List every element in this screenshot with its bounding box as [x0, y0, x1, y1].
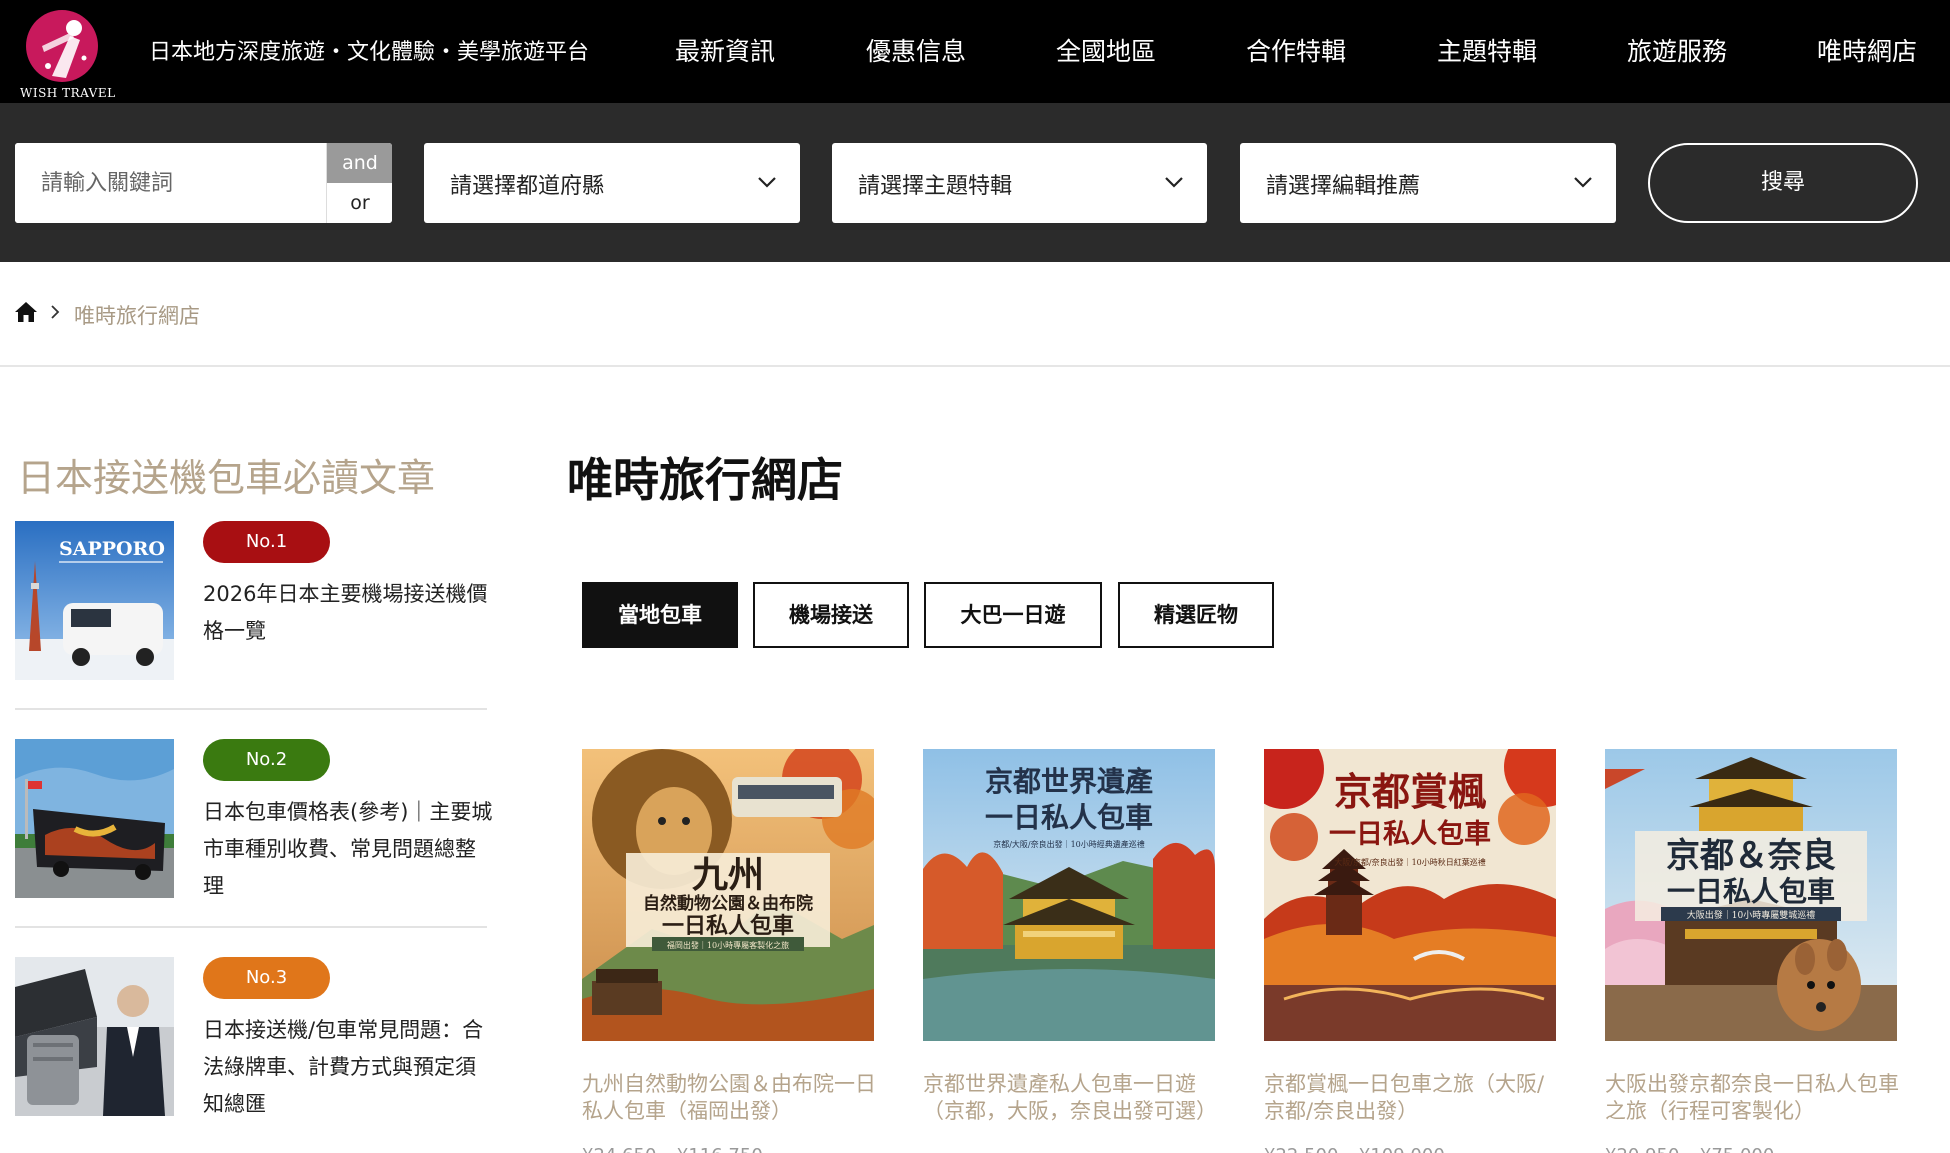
product-title[interactable]: 大阪出發京都奈良一日私人包車之旅（行程可客製化）: [1605, 1071, 1901, 1125]
product-image: 九州 自然動物公園＆由布院 一日私人包車 福岡出發｜10小時專屬客製化之旅: [582, 749, 874, 1041]
svg-text:福岡出發｜10小時專屬客製化之旅: 福岡出發｜10小時專屬客製化之旅: [667, 940, 789, 950]
editor-pick-select[interactable]: 請選擇編輯推薦: [1240, 143, 1616, 223]
product-image-heading: 九州: [692, 854, 764, 896]
svg-text:一日私人包車: 一日私人包車: [985, 801, 1153, 834]
tab-airport-transfer[interactable]: 機場接送: [753, 582, 909, 648]
nav-regions[interactable]: 全國地區: [1056, 32, 1156, 68]
main-nav: 最新資訊 優惠信息 全國地區 合作特輯 主題特輯 旅遊服務 唯時網店: [0, 32, 1950, 66]
svg-text:自然動物公園＆由布院: 自然動物公園＆由布院: [643, 893, 813, 914]
article-thumbnail: [15, 739, 174, 898]
thumb-sapporo-text: SAPPORO: [59, 538, 165, 560]
article-title[interactable]: 日本接送機/包車常見問題：合法綠牌車、計費方式與預定須知總匯: [203, 1012, 493, 1123]
home-icon[interactable]: [14, 301, 38, 323]
header-divider: [0, 365, 1950, 367]
product-title[interactable]: 九州自然動物公園＆由布院一日私人包車（福岡出發）: [582, 1071, 878, 1125]
product-price: ¥22,500 – ¥109,000: [1264, 1145, 1445, 1153]
page-title: 唯時旅行網店: [567, 453, 843, 507]
article-title[interactable]: 2026年日本主要機場接送機價格一覽: [203, 576, 493, 650]
keyword-search-group: and or: [15, 143, 392, 223]
product-card[interactable]: 九州 自然動物公園＆由布院 一日私人包車 福岡出發｜10小時專屬客製化之旅 九州…: [582, 749, 876, 1153]
nav-offers[interactable]: 優惠信息: [866, 32, 966, 68]
product-image: 京都世界遺產 一日私人包車 京都/大阪/奈良出發｜10小時經典遺產巡禮: [923, 749, 1215, 1041]
svg-text:一日私人包車: 一日私人包車: [1667, 875, 1835, 908]
search-button[interactable]: 搜尋: [1648, 143, 1918, 223]
chevron-right-icon: [51, 305, 60, 319]
logic-toggle: and or: [326, 143, 392, 223]
product-image-heading: 京都世界遺產: [985, 765, 1153, 798]
nav-online-shop[interactable]: 唯時網店: [1817, 32, 1917, 68]
sidebar-article[interactable]: No.2 日本包車價格表(參考)｜主要城市車種別收費、常見問題總整理: [15, 739, 492, 939]
product-image: 京都賞楓 一日私人包車 大阪/京都/奈良出發｜10小時秋日紅葉巡禮: [1264, 749, 1556, 1041]
search-bar: and or 請選擇都道府縣 請選擇主題特輯 請選擇編輯推薦 搜尋: [0, 103, 1950, 262]
product-title[interactable]: 京都賞楓一日包車之旅（大阪/京都/奈良出發）: [1264, 1071, 1560, 1125]
svg-text:京都/大阪/奈良出發｜10小時經典遺產巡禮: 京都/大阪/奈良出發｜10小時經典遺產巡禮: [993, 839, 1145, 849]
product-card[interactable]: 京都世界遺產 一日私人包車 京都/大阪/奈良出發｜10小時經典遺產巡禮 京都世界…: [923, 749, 1217, 1153]
rank-badge: No.2: [203, 739, 330, 781]
logic-or-option[interactable]: or: [327, 183, 392, 223]
svg-text:一日私人包車: 一日私人包車: [662, 913, 794, 939]
rank-badge: No.3: [203, 957, 330, 999]
tab-local-charter[interactable]: 當地包車: [582, 582, 738, 648]
nav-travel-services[interactable]: 旅遊服務: [1627, 32, 1727, 68]
breadcrumb-current: 唯時旅行網店: [74, 304, 200, 328]
sidebar-article[interactable]: SAPPORO No.1 2026年日本主要機場接送機價格一覽: [15, 521, 487, 721]
article-thumbnail: [15, 957, 174, 1116]
article-divider: [15, 708, 487, 710]
product-image: 京都＆奈良 一日私人包車 大阪出發｜10小時專屬雙城巡禮: [1605, 749, 1897, 1041]
tab-selected-crafts[interactable]: 精選匠物: [1118, 582, 1274, 648]
theme-select[interactable]: 請選擇主題特輯: [832, 143, 1207, 223]
sidebar-article[interactable]: No.3 日本接送機/包車常見問題：合法綠牌車、計費方式與預定須知總匯: [15, 957, 487, 1153]
product-image-heading: 京都賞楓: [1334, 769, 1487, 814]
svg-text:大阪出發｜10小時專屬雙城巡禮: 大阪出發｜10小時專屬雙城巡禮: [1687, 909, 1815, 921]
top-navigation-bar: WISH TRAVEL 日本地方深度旅遊・文化體驗・美學旅遊平台 最新資訊 優惠…: [0, 0, 1950, 103]
product-price: ¥20,950 – ¥75,000: [1605, 1145, 1774, 1153]
chevron-down-icon: [1574, 177, 1592, 188]
product-price: ¥24,650 – ¥116,750: [582, 1145, 763, 1153]
nav-themes[interactable]: 主題特輯: [1437, 32, 1537, 68]
article-title[interactable]: 日本包車價格表(參考)｜主要城市車種別收費、常見問題總整理: [203, 794, 493, 905]
article-divider: [15, 926, 487, 928]
nav-collaborations[interactable]: 合作特輯: [1246, 32, 1346, 68]
nav-latest-news[interactable]: 最新資訊: [675, 32, 775, 68]
chevron-down-icon: [758, 177, 776, 188]
theme-select-label: 請選擇主題特輯: [858, 174, 1013, 199]
chevron-down-icon: [1165, 177, 1183, 188]
editor-pick-select-label: 請選擇編輯推薦: [1266, 174, 1421, 199]
prefecture-select-label: 請選擇都道府縣: [450, 174, 605, 199]
svg-text:大阪/京都/奈良出發｜10小時秋日紅葉巡禮: 大阪/京都/奈良出發｜10小時秋日紅葉巡禮: [1334, 857, 1486, 867]
tab-bus-day-tour[interactable]: 大巴一日遊: [924, 582, 1102, 648]
logic-and-option[interactable]: and: [327, 143, 392, 183]
product-card[interactable]: 京都賞楓 一日私人包車 大阪/京都/奈良出發｜10小時秋日紅葉巡禮 京都賞楓一日…: [1264, 749, 1556, 1153]
rank-badge: No.1: [203, 521, 330, 563]
sidebar-title: 日本接送機包車必讀文章: [17, 456, 436, 500]
product-title[interactable]: 京都世界遺產私人包車一日遊（京都，大阪，奈良出發可選）: [923, 1071, 1219, 1125]
logo-wordmark: WISH TRAVEL: [20, 86, 116, 100]
product-image-heading: 京都＆奈良: [1666, 836, 1836, 876]
article-thumbnail: SAPPORO: [15, 521, 174, 680]
keyword-input[interactable]: [15, 143, 325, 223]
prefecture-select[interactable]: 請選擇都道府縣: [424, 143, 800, 223]
product-card[interactable]: 京都＆奈良 一日私人包車 大阪出發｜10小時專屬雙城巡禮 大阪出發京都奈良一日私…: [1605, 749, 1899, 1153]
svg-text:一日私人包車: 一日私人包車: [1329, 818, 1491, 850]
